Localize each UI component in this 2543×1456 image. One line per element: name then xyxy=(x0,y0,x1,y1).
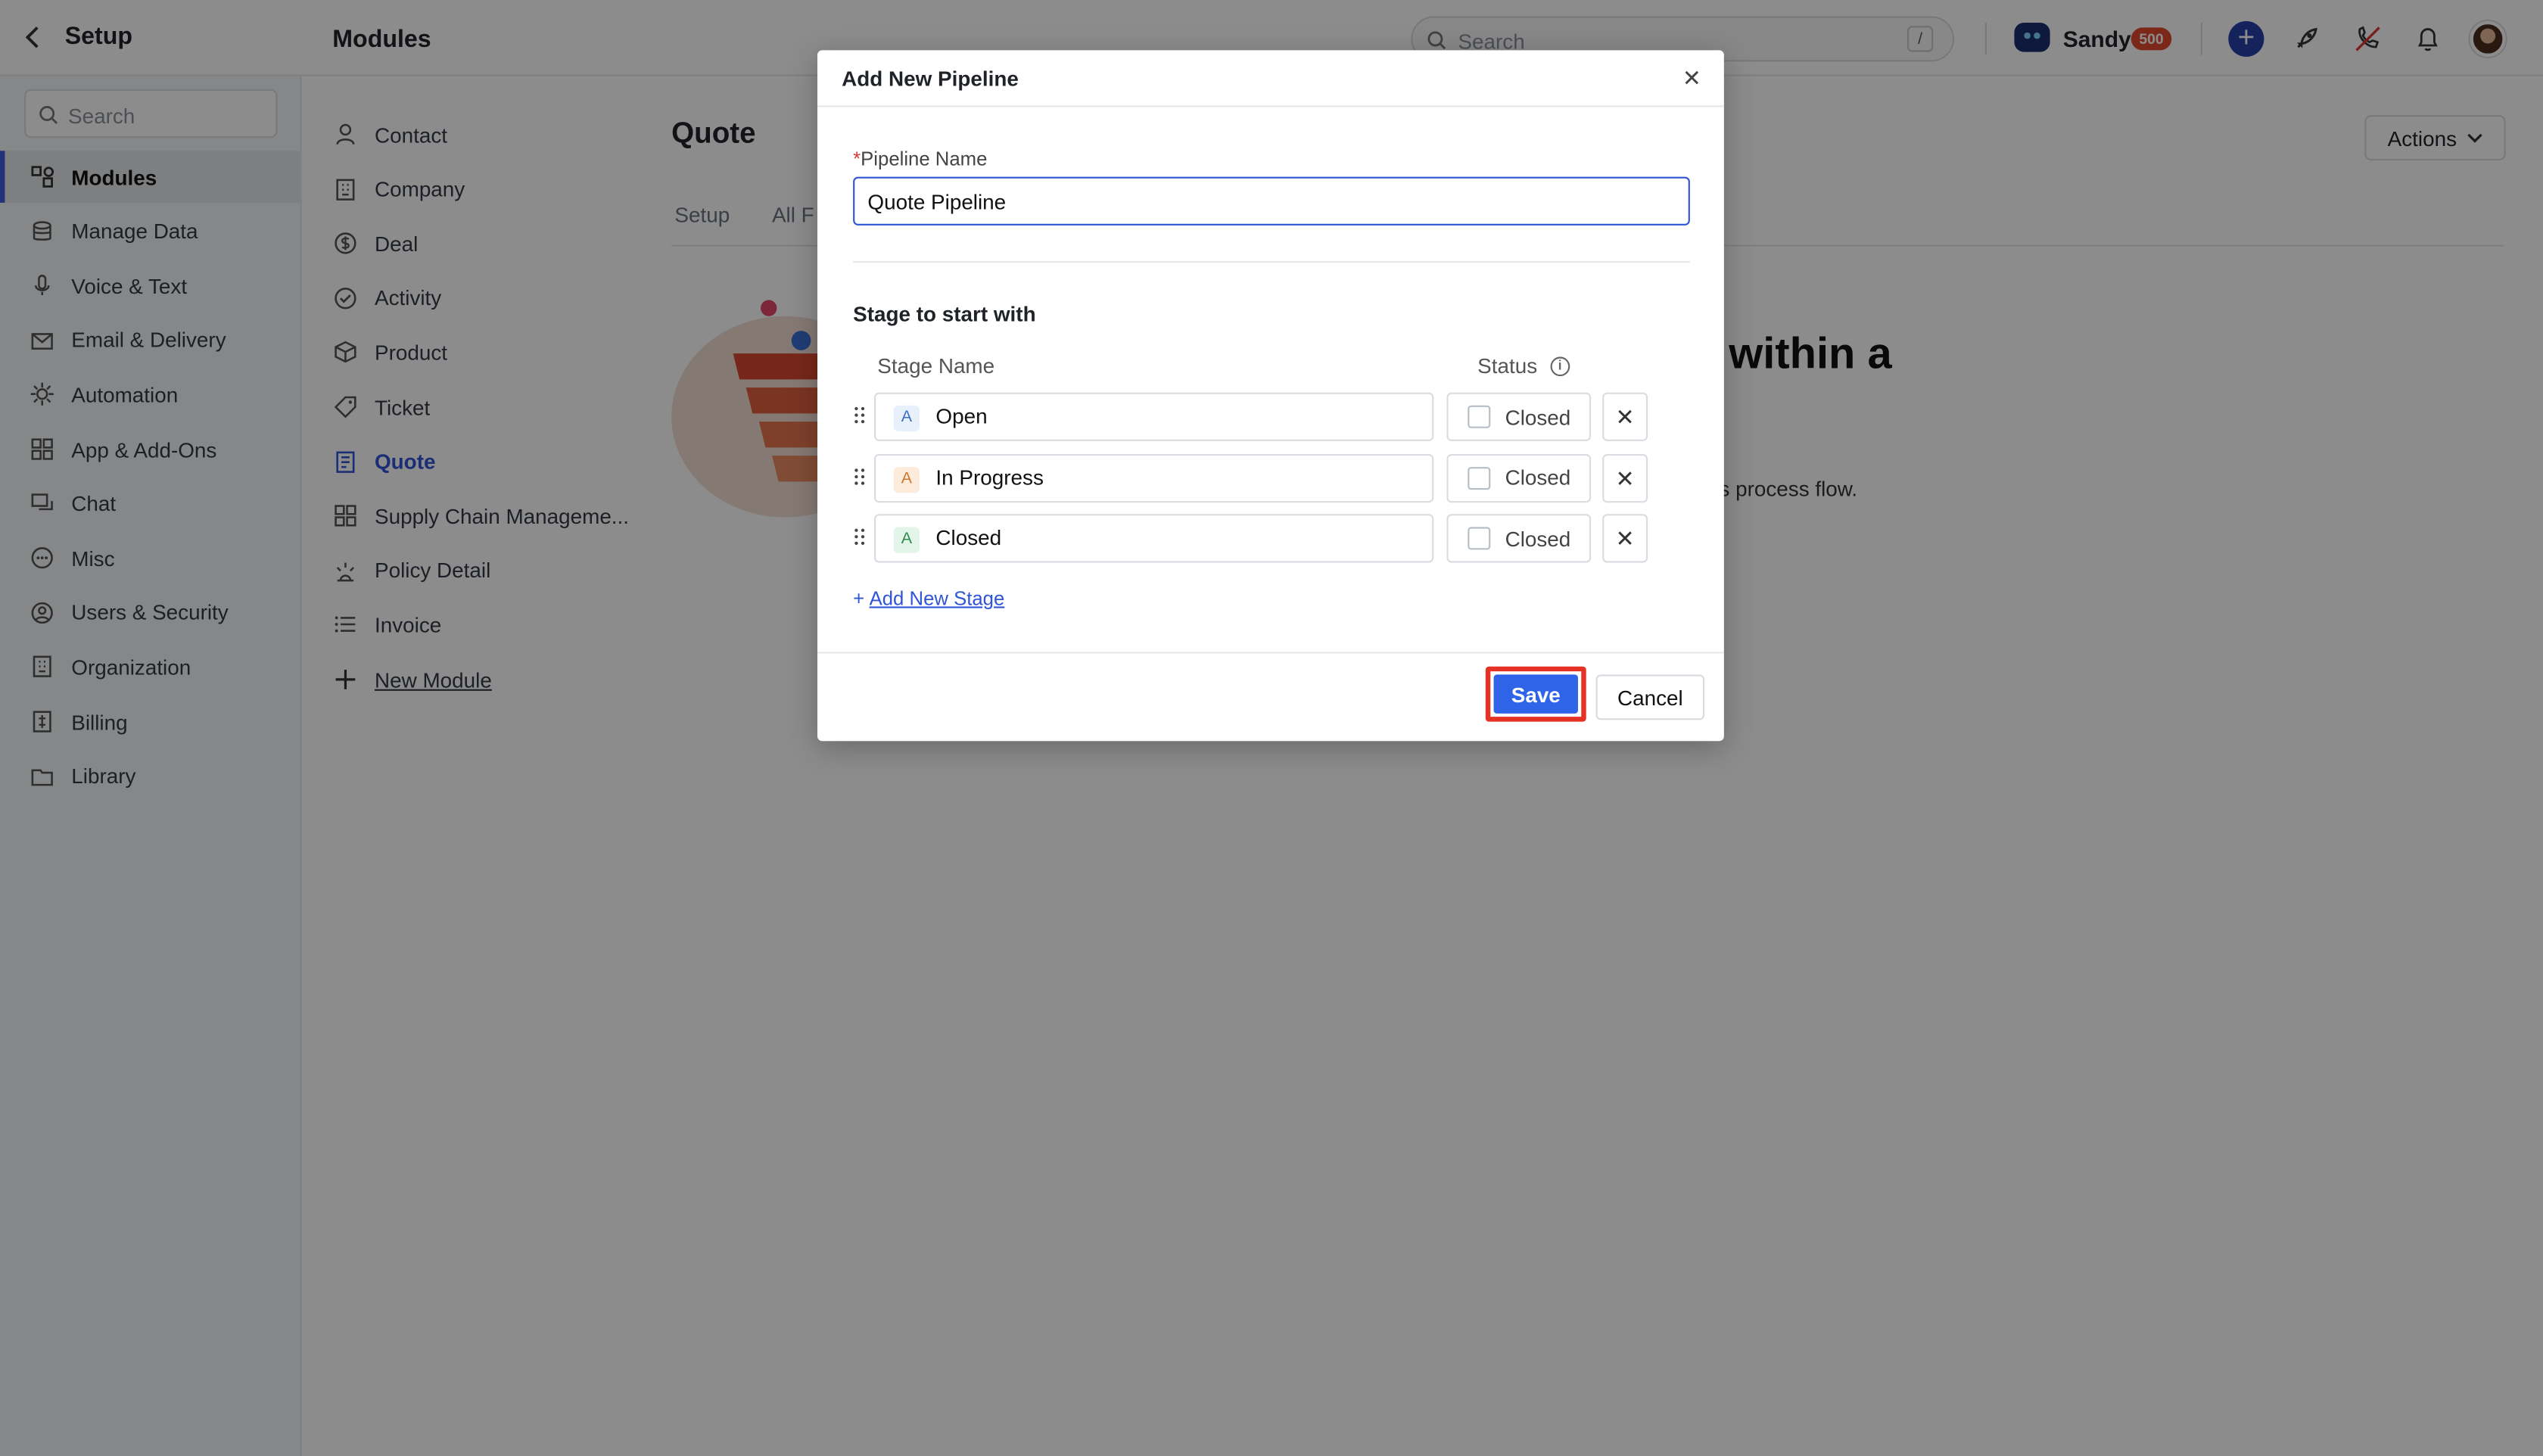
stage-name-column-header: Stage Name xyxy=(877,353,995,378)
checkbox-box[interactable] xyxy=(1468,405,1491,428)
pipeline-name-label: *Pipeline Name xyxy=(853,148,987,170)
drag-handle-icon[interactable] xyxy=(853,527,866,549)
plus-icon: + xyxy=(853,586,865,610)
info-icon[interactable]: i xyxy=(1550,356,1570,376)
closed-status-label: Closed xyxy=(1505,404,1571,429)
pipeline-name-label-text: Pipeline Name xyxy=(861,148,988,170)
dialog-title: Add New Pipeline xyxy=(842,66,1019,91)
stage-row: A Open Closed ✕ xyxy=(853,392,1690,441)
stage-row: A Closed Closed ✕ xyxy=(853,514,1690,563)
closed-status-checkbox[interactable]: Closed xyxy=(1446,453,1592,502)
status-column-label: Status xyxy=(1477,353,1538,378)
checkbox-box[interactable] xyxy=(1468,527,1491,550)
stage-name-value: In Progress xyxy=(935,464,1044,490)
add-new-stage-link[interactable]: + Add New Stage xyxy=(853,587,1004,610)
stage-color-badge[interactable]: A xyxy=(893,466,920,493)
cancel-button[interactable]: Cancel xyxy=(1595,674,1705,720)
stage-color-badge[interactable]: A xyxy=(893,405,920,431)
stage-color-badge[interactable]: A xyxy=(893,527,920,553)
stage-row: A In Progress Closed ✕ xyxy=(853,453,1690,502)
save-button[interactable]: Save xyxy=(1493,674,1578,714)
section-divider xyxy=(853,261,1690,263)
closed-status-label: Closed xyxy=(1505,526,1571,551)
stage-name-value: Closed xyxy=(935,525,1002,550)
pipeline-name-input[interactable] xyxy=(853,176,1690,226)
stage-name-input[interactable]: A Open xyxy=(874,392,1434,441)
checkbox-box[interactable] xyxy=(1468,466,1491,490)
dialog-header: Add New Pipeline ✕ xyxy=(817,50,1724,107)
remove-stage-button[interactable]: ✕ xyxy=(1602,453,1648,502)
stage-name-value: Open xyxy=(935,403,988,428)
required-marker: * xyxy=(853,148,861,170)
stage-section-title: Stage to start with xyxy=(853,301,1036,326)
add-pipeline-dialog: Add New Pipeline ✕ *Pipeline Name Stage … xyxy=(817,50,1724,742)
remove-stage-button[interactable]: ✕ xyxy=(1602,514,1648,563)
footer-divider xyxy=(817,652,1724,654)
close-icon: ✕ xyxy=(1615,464,1635,491)
drag-handle-icon[interactable] xyxy=(853,466,866,489)
status-column-header: Status i xyxy=(1477,353,1570,378)
close-icon: ✕ xyxy=(1615,525,1635,552)
closed-status-label: Closed xyxy=(1505,465,1571,490)
stage-name-input[interactable]: A Closed xyxy=(874,514,1434,563)
drag-handle-icon[interactable] xyxy=(853,406,866,428)
closed-status-checkbox[interactable]: Closed xyxy=(1446,392,1592,441)
closed-status-checkbox[interactable]: Closed xyxy=(1446,514,1592,563)
stage-name-input[interactable]: A In Progress xyxy=(874,453,1434,502)
save-button-highlight: Save xyxy=(1485,666,1586,722)
add-new-stage-label: Add New Stage xyxy=(869,586,1005,610)
remove-stage-button[interactable]: ✕ xyxy=(1602,392,1648,441)
close-icon[interactable]: ✕ xyxy=(1682,65,1701,92)
close-icon: ✕ xyxy=(1615,403,1635,430)
